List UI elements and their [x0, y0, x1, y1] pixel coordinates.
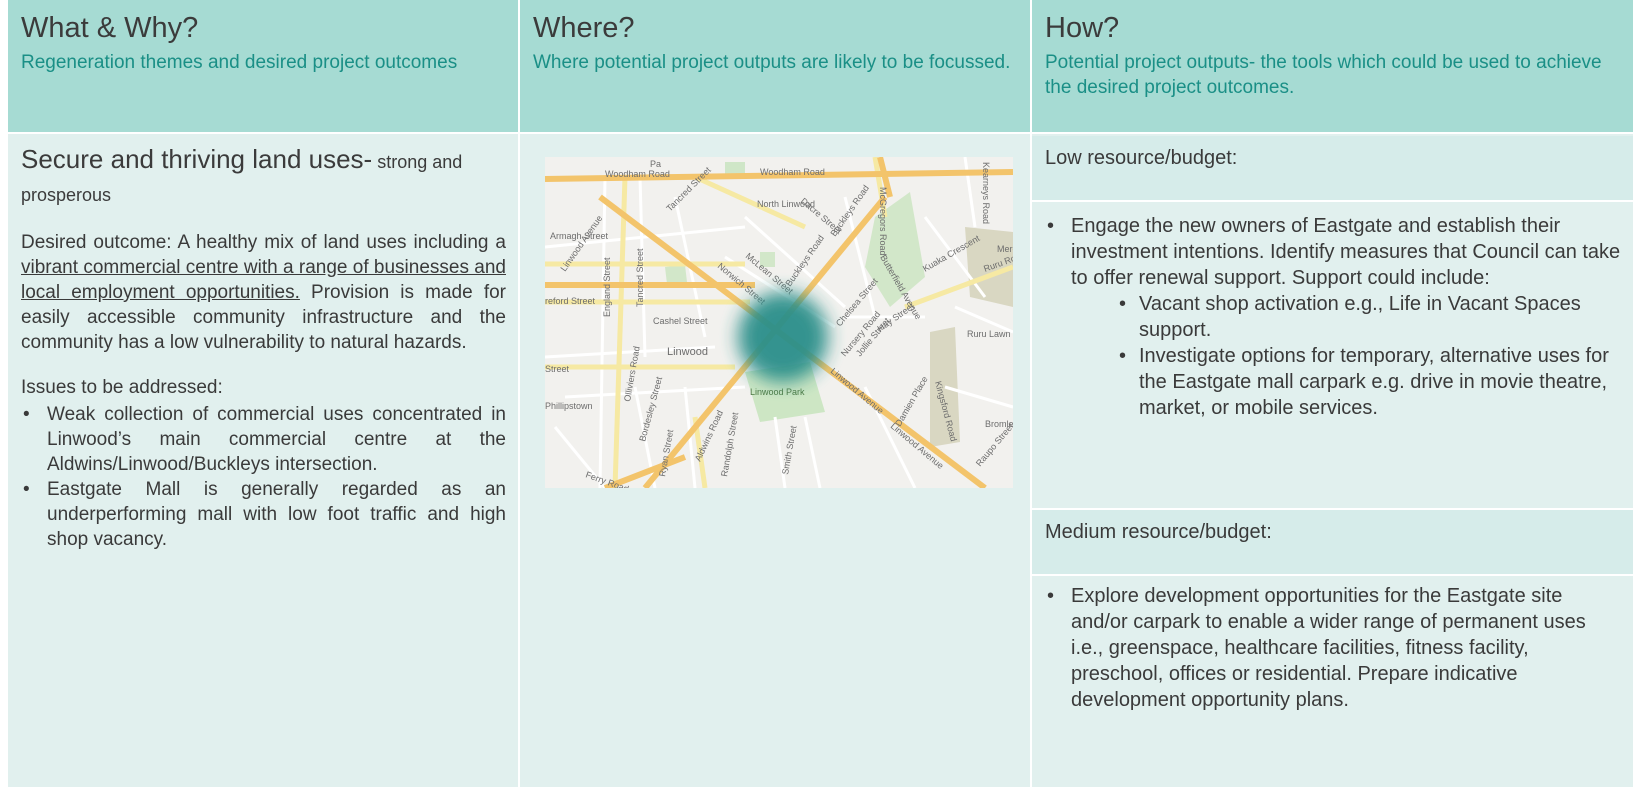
focus-area-marker — [738, 292, 828, 382]
desired-outcome: Desired outcome: A healthy mix of land u… — [21, 230, 506, 355]
low-budget-band: Low resource/budget: — [1032, 136, 1633, 200]
map-label: Woodham Road — [605, 169, 670, 179]
map-label: McGregors Road — [878, 187, 888, 256]
header-subtitle: Potential project outputs- the tools whi… — [1045, 52, 1602, 98]
low-budget-list: Engage the new owners of Eastgate and es… — [1032, 213, 1633, 421]
theme-heading: Secure and thriving land uses- strong an… — [21, 144, 506, 210]
issues-heading: Issues to be addressed: — [21, 377, 223, 398]
low-budget-label: Low resource/budget: — [1045, 147, 1238, 169]
issues-list: Weak collection of commercial uses conce… — [21, 402, 506, 552]
map-label: Phillipstown — [545, 401, 593, 411]
header-title: How? — [1045, 12, 1120, 44]
linwood-map: Woodham Road Woodham Road North Linwood … — [545, 157, 1013, 488]
list-item: Engage the new owners of Eastgate and es… — [1047, 213, 1623, 421]
list-item: Explore development opportunities for th… — [1047, 583, 1623, 713]
header-where: Where? Where potential project outputs a… — [520, 0, 1030, 132]
header-what-why: What & Why? Regeneration themes and desi… — [8, 0, 518, 132]
medium-budget-list: Explore development opportunities for th… — [1032, 583, 1633, 713]
header-subtitle: Regeneration themes and desired project … — [21, 52, 458, 73]
map-label: Merc — [997, 244, 1013, 254]
map-label: Pa — [650, 159, 661, 169]
low-item-text: Engage the new owners of Eastgate and es… — [1071, 215, 1621, 289]
map-label: Woodham Road — [760, 167, 825, 177]
header-title: Where? — [533, 12, 635, 44]
map-label: Linwood — [667, 346, 708, 358]
desired-lead: Desired outcome: A healthy mix of land u… — [21, 232, 506, 253]
divider — [1032, 200, 1633, 202]
regeneration-table: What & Why? Regeneration themes and desi… — [0, 0, 1633, 787]
what-why-body: Secure and thriving land uses- strong an… — [8, 134, 518, 787]
theme-main: Secure and thriving land uses- — [21, 144, 373, 174]
list-item: Weak collection of commercial uses conce… — [23, 402, 506, 477]
divider — [1032, 574, 1633, 576]
list-item: Eastgate Mall is generally regarded as a… — [23, 477, 506, 552]
map-label: Cashel Street — [653, 316, 708, 326]
header-how: How? Potential project outputs- the tool… — [1032, 0, 1633, 132]
header-title: What & Why? — [21, 12, 199, 44]
map-label: Bromley — [985, 419, 1013, 429]
map-label: England Street — [602, 257, 612, 317]
map-svg: Woodham Road Woodham Road North Linwood … — [545, 157, 1013, 488]
list-item: Investigate options for temporary, alter… — [1119, 343, 1623, 421]
list-item: Vacant shop activation e.g., Life in Vac… — [1119, 291, 1623, 343]
map-label: Tancred Street — [635, 248, 645, 307]
header-subtitle: Where potential project outputs are like… — [533, 52, 1011, 73]
medium-budget-label: Medium resource/budget: — [1045, 521, 1272, 543]
map-label: reford Street — [545, 296, 596, 306]
map-label: Linwood Park — [750, 387, 805, 397]
medium-budget-band: Medium resource/budget: — [1032, 510, 1633, 574]
map-label: Ruru Lawn C — [967, 329, 1013, 339]
map-label: Kearneys Road — [981, 162, 991, 224]
map-label: Street — [545, 364, 570, 374]
